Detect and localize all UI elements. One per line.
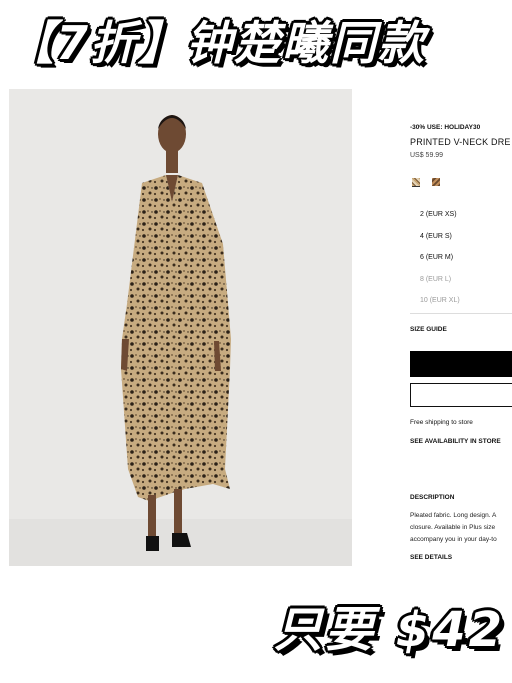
- shipping-info: Free shipping to store: [410, 419, 473, 426]
- description-text: Pleated fabric. Long design. A: [410, 512, 497, 519]
- description-heading: DESCRIPTION: [410, 494, 455, 501]
- add-to-bag-button[interactable]: [410, 351, 512, 377]
- size-option[interactable]: 2 (EUR XS): [410, 204, 512, 226]
- promo-banner-top: 【7折】钟楚曦同款: [8, 16, 427, 70]
- description-text: accompany you in your day-to: [410, 536, 497, 543]
- product-price: US$ 59.99: [410, 152, 444, 159]
- size-option[interactable]: 6 (EUR M): [410, 247, 512, 269]
- size-option[interactable]: 4 (EUR S): [410, 226, 512, 248]
- secondary-action-button[interactable]: [410, 383, 512, 407]
- size-option-unavailable[interactable]: 8 (EUR L): [410, 269, 512, 291]
- product-title: PRINTED V-NECK DRE: [410, 137, 511, 147]
- promo-code-label: -30% USE: HOLIDAY30: [410, 124, 481, 131]
- size-option-unavailable[interactable]: 10 (EUR XL): [410, 290, 512, 312]
- price-banner-bottom: 只要 $42: [274, 602, 505, 658]
- color-swatch-brown[interactable]: [432, 178, 440, 186]
- size-guide-link[interactable]: SIZE GUIDE: [410, 326, 447, 333]
- product-info-panel: -30% USE: HOLIDAY30 PRINTED V-NECK DRE U…: [410, 89, 512, 589]
- see-details-link[interactable]: SEE DETAILS: [410, 554, 452, 561]
- store-availability-link[interactable]: SEE AVAILABILITY IN STORE: [410, 438, 501, 445]
- model-wearing-leopard-dress-image: [9, 89, 352, 566]
- product-photo[interactable]: [9, 89, 352, 566]
- description-text: closure. Available in Plus size: [410, 524, 496, 531]
- color-swatch-leopard[interactable]: [412, 178, 420, 187]
- divider: [410, 313, 512, 314]
- size-list: 2 (EUR XS) 4 (EUR S) 6 (EUR M) 8 (EUR L)…: [410, 204, 512, 312]
